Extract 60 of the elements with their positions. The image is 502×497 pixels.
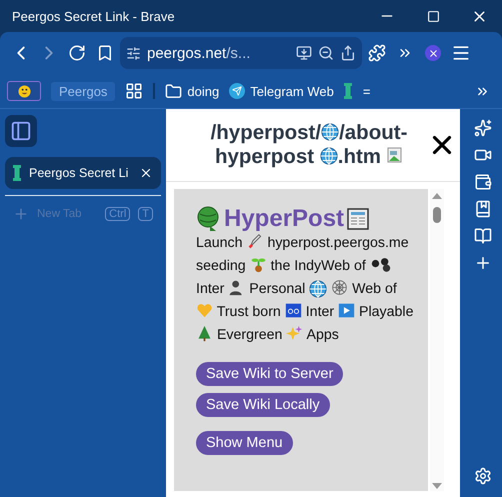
intro-text: Personal [249, 281, 306, 297]
sidebar-toggle-icon[interactable] [5, 115, 37, 147]
intro-text: Launch [196, 235, 243, 251]
newspaper-icon [346, 207, 370, 231]
viewer-title: .htm [338, 145, 382, 168]
pill-button[interactable]: Show Menu [196, 431, 293, 455]
intro-text: Evergreen [216, 327, 282, 343]
share-icon[interactable] [340, 45, 356, 61]
intro-text: Apps [306, 327, 339, 343]
bookmark-link[interactable]: = [344, 83, 370, 99]
broken-image-icon [387, 147, 404, 163]
install-icon[interactable] [296, 45, 312, 61]
heart-icon [196, 302, 213, 319]
window-title: Peergos Secret Link - Brave [12, 8, 176, 24]
viewer-title: /hyperpost/ [210, 121, 322, 144]
bookmark-folder[interactable]: doing [165, 82, 220, 100]
pill-button[interactable]: Save Wiki Locally [196, 393, 330, 417]
viewer-title: /about- [339, 121, 408, 144]
sparkles-icon [286, 325, 304, 342]
pillar-icon [344, 83, 352, 99]
tab[interactable]: Peergos Secret Li [5, 157, 161, 189]
heading: HyperPost [224, 205, 344, 233]
pill-button[interactable]: Save Wiki to Server [196, 362, 344, 386]
smiley-icon [18, 84, 30, 98]
sprout-icon [250, 256, 267, 273]
people-icon [370, 256, 392, 273]
intro-text: Playable [359, 304, 414, 320]
folder-icon [165, 82, 182, 100]
play-icon [338, 302, 356, 319]
intro-text: hyperpost.peergos.me [267, 235, 409, 251]
web-icon [331, 279, 348, 296]
intro-text: seeding [196, 258, 246, 274]
address-bar[interactable]: peergos.net/s... [120, 37, 362, 69]
url-text: peergos.net/s... [147, 44, 252, 62]
glasses-icon [284, 302, 302, 319]
zoom-out-icon[interactable] [318, 45, 334, 61]
site-settings-icon[interactable] [126, 46, 141, 60]
tree-icon [196, 325, 213, 342]
shortcut-key: T [138, 207, 153, 221]
globe-icon [320, 147, 338, 165]
intro-text: Inter [306, 304, 334, 320]
intro-text: Inter [196, 281, 224, 297]
intro-text: the IndyWeb of [270, 258, 366, 274]
bookmark-link[interactable]: Telegram Web [229, 83, 334, 99]
bookmarks-icon[interactable] [474, 198, 492, 220]
globe-icon [321, 123, 340, 141]
settings-icon[interactable] [474, 465, 492, 487]
sparkle-icon[interactable] [474, 117, 492, 139]
shortcut-key: Ctrl [105, 207, 130, 221]
emoji-bookmark[interactable] [7, 81, 41, 101]
paper-plane-icon [229, 83, 246, 99]
close-icon[interactable] [139, 166, 153, 180]
scrollbar[interactable] [430, 189, 444, 491]
intro-text: Trust born [216, 304, 281, 320]
pillar-icon [13, 165, 21, 181]
apps-icon[interactable] [125, 82, 144, 100]
intro-text: Web of [352, 281, 397, 297]
viewer-title: hyperpost [214, 145, 316, 168]
tab-title: Peergos Secret Li [29, 166, 130, 180]
globe-icon [309, 280, 328, 298]
